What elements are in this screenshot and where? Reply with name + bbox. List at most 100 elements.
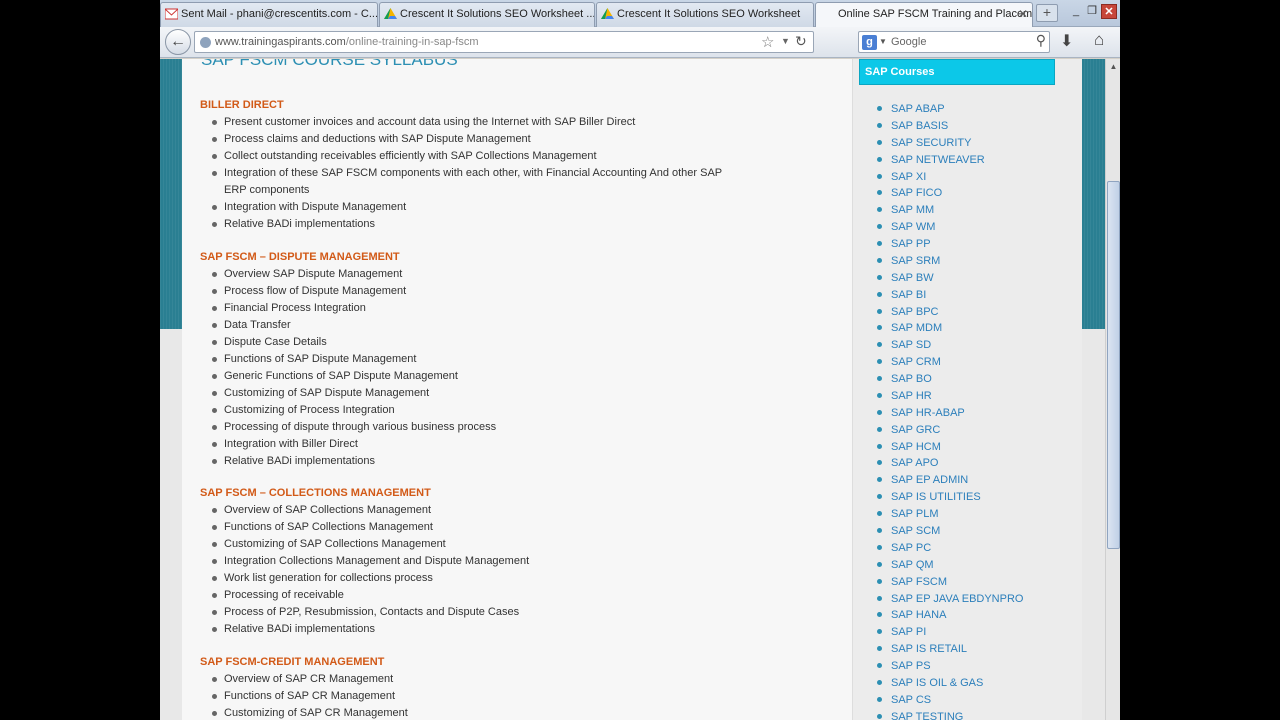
course-link[interactable]: SAP APO: [891, 456, 939, 470]
tab-worksheet-2[interactable]: Crescent It Solutions SEO Worksheet: [596, 2, 814, 27]
course-link[interactable]: SAP ABAP: [891, 102, 945, 116]
course-link[interactable]: SAP CRM: [891, 355, 941, 369]
new-tab-button[interactable]: +: [1036, 4, 1058, 22]
list-item: Integration with Dispute Management: [224, 201, 407, 213]
course-link[interactable]: SAP PP: [891, 237, 931, 251]
course-link[interactable]: SAP IS RETAIL: [891, 642, 967, 656]
course-link[interactable]: SAP HR: [891, 389, 932, 403]
restore-button[interactable]: ❐: [1084, 4, 1100, 19]
course-link[interactable]: SAP GRC: [891, 423, 940, 437]
course-link[interactable]: SAP FSCM: [891, 575, 947, 589]
downloads-icon[interactable]: ⬇: [1060, 31, 1073, 51]
course-link[interactable]: SAP SECURITY: [891, 136, 972, 150]
list-item: Integration of these SAP FSCM components…: [224, 167, 722, 196]
course-link[interactable]: SAP SCM: [891, 524, 940, 538]
list-item: Overview SAP Dispute Management: [224, 268, 403, 280]
bullet-icon: [877, 544, 882, 550]
search-bar[interactable]: g ▼ Google ⚲: [858, 31, 1050, 53]
tab-label: Crescent It Solutions SEO Worksheet: [617, 8, 801, 20]
bullet-icon: [212, 576, 217, 581]
list-item: Customizing of SAP CR Management: [224, 707, 408, 719]
navigation-bar: ← www.trainingaspirants.com/online-train…: [160, 27, 1120, 58]
bullet-icon: [877, 528, 882, 533]
bullet-icon: [212, 559, 217, 564]
course-link[interactable]: SAP SD: [891, 338, 931, 352]
bullet-icon: [212, 610, 217, 615]
bullet-icon: [212, 289, 217, 294]
course-link[interactable]: SAP SRM: [891, 254, 940, 268]
list-item: Process claims and deductions with SAP D…: [224, 133, 531, 145]
bullet-icon: [212, 459, 217, 464]
course-link[interactable]: SAP PLM: [891, 507, 939, 521]
bullet-icon: [877, 612, 882, 618]
google-icon[interactable]: g: [862, 35, 877, 50]
bullet-icon: [212, 408, 217, 413]
course-link[interactable]: SAP BPC: [891, 305, 939, 319]
list-item: Customizing of SAP Dispute Management: [224, 387, 430, 399]
scrollbar-thumb[interactable]: [1107, 181, 1120, 549]
list-item: Data Transfer: [224, 319, 291, 331]
course-link[interactable]: SAP PS: [891, 659, 931, 673]
bookmark-star-icon[interactable]: ☆: [761, 33, 774, 51]
course-link[interactable]: SAP PC: [891, 541, 931, 555]
bullet-icon: [877, 274, 882, 280]
bullet-icon: [877, 578, 882, 584]
bullet-icon: [212, 357, 217, 362]
sidebar-title: SAP Courses: [859, 59, 1055, 85]
course-link[interactable]: SAP BASIS: [891, 119, 948, 133]
bullet-icon: [877, 460, 882, 466]
bullet-icon: [877, 190, 882, 196]
close-tab-icon[interactable]: ✕: [1018, 3, 1028, 25]
address-bar[interactable]: www.trainingaspirants.com/online-trainin…: [194, 31, 814, 53]
course-link[interactable]: SAP XI: [891, 170, 926, 184]
url-host: www.trainingaspirants.com: [215, 36, 346, 48]
bullet-icon: [212, 323, 217, 328]
course-link[interactable]: SAP BI: [891, 288, 926, 302]
course-link[interactable]: SAP BO: [891, 372, 932, 386]
vertical-scrollbar[interactable]: ▲: [1105, 59, 1120, 720]
bullet-icon: [877, 494, 882, 500]
course-link[interactable]: SAP MDM: [891, 321, 942, 335]
course-link[interactable]: SAP IS UTILITIES: [891, 490, 981, 504]
search-icon[interactable]: ⚲: [1036, 32, 1046, 49]
course-link[interactable]: SAP IS OIL & GAS: [891, 676, 983, 690]
course-link[interactable]: SAP CS: [891, 693, 931, 707]
course-link[interactable]: SAP HR-ABAP: [891, 406, 965, 420]
home-icon[interactable]: ⌂: [1094, 30, 1104, 50]
tab-gmail[interactable]: Sent Mail - phani@crescentits.com - C...: [160, 2, 378, 27]
bullet-icon: [877, 409, 882, 415]
course-link[interactable]: SAP WM: [891, 220, 935, 234]
page-title: SAP FSCM COURSE SYLLABUS: [201, 59, 458, 69]
course-link[interactable]: SAP TESTING: [891, 710, 963, 720]
google-drive-icon: [601, 8, 614, 19]
list-item: Relative BADi implementations: [224, 455, 376, 467]
course-link[interactable]: SAP EP JAVA EBDYNPRO: [891, 592, 1023, 606]
bullet-icon: [877, 663, 882, 669]
course-link[interactable]: SAP PI: [891, 625, 926, 639]
tab-sap-fscm[interactable]: Online SAP FSCM Training and Placem... ✕: [815, 2, 1033, 28]
list-item: Dispute Case Details: [224, 336, 327, 348]
list-item: Customizing of SAP Collections Managemen…: [224, 538, 446, 550]
tab-label: Sent Mail - phani@crescentits.com - C...: [181, 8, 378, 20]
course-link[interactable]: SAP NETWEAVER: [891, 153, 985, 167]
course-link[interactable]: SAP HANA: [891, 608, 946, 622]
bullet-icon: [877, 359, 882, 365]
bullet-icon: [212, 525, 217, 530]
course-link[interactable]: SAP BW: [891, 271, 934, 285]
scroll-up-arrow-icon[interactable]: ▲: [1106, 59, 1120, 74]
course-link[interactable]: SAP EP ADMIN: [891, 473, 968, 487]
minimize-button[interactable]: _: [1068, 4, 1084, 19]
back-button[interactable]: ←: [165, 29, 191, 55]
reload-icon[interactable]: ↻: [795, 33, 807, 50]
course-link[interactable]: SAP QM: [891, 558, 934, 572]
history-dropdown-icon[interactable]: ▼: [781, 36, 790, 46]
course-link[interactable]: SAP FICO: [891, 186, 942, 200]
search-engine-dropdown-icon[interactable]: ▼: [879, 37, 887, 46]
bullet-icon: [212, 306, 217, 311]
close-window-button[interactable]: ✕: [1101, 4, 1117, 19]
bullet-icon: [212, 425, 217, 430]
course-link[interactable]: SAP MM: [891, 203, 934, 217]
course-link[interactable]: SAP HCM: [891, 440, 941, 454]
bullet-icon: [212, 154, 217, 159]
tab-worksheet-1[interactable]: Crescent It Solutions SEO Worksheet ...: [379, 2, 595, 27]
